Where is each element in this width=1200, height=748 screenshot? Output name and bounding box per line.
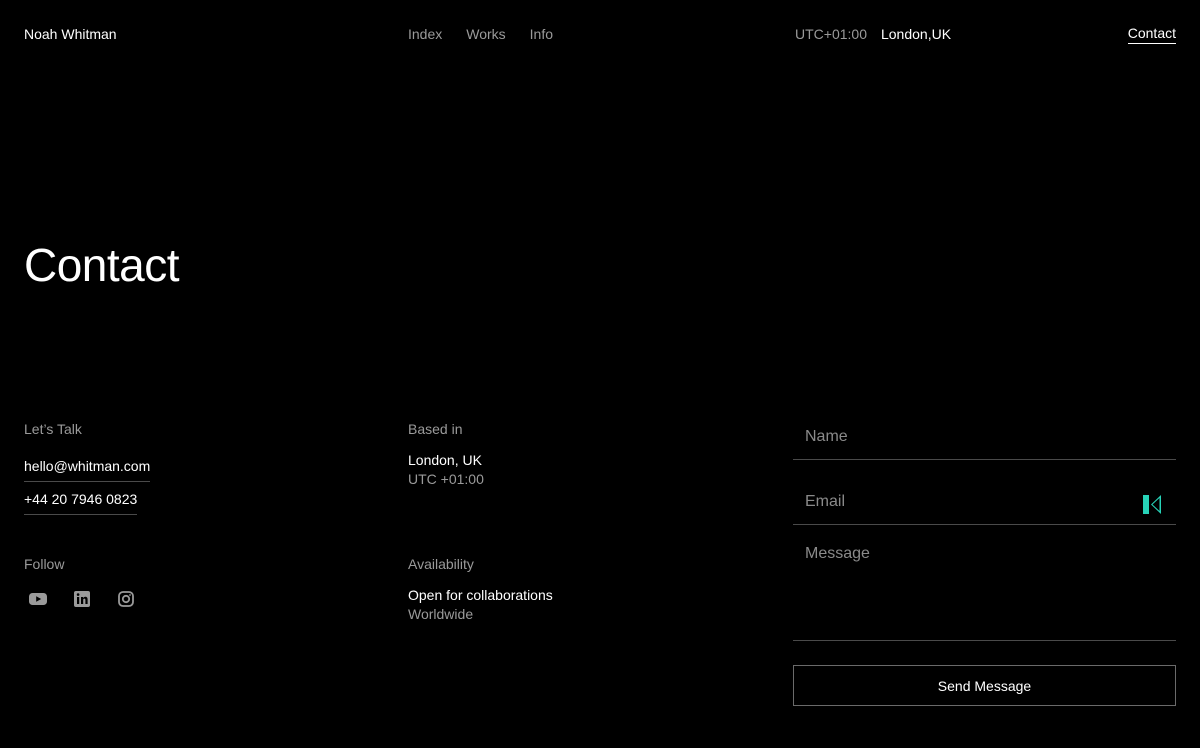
message-textarea[interactable] [793, 525, 1176, 640]
nav-index[interactable]: Index [408, 26, 442, 42]
send-message-button[interactable]: Send Message [793, 665, 1176, 706]
timezone-city: London,UK [880, 26, 952, 42]
email-link[interactable]: hello@whitman.com [24, 458, 151, 482]
youtube-icon[interactable] [28, 589, 48, 609]
message-field-wrapper [793, 525, 1176, 641]
timezone-offset: UTC+01:00 [795, 26, 867, 42]
timezone-display: UTC+01:00 London,UK [795, 26, 951, 42]
page-title: Contact [24, 239, 180, 291]
main-nav: Index Works Info [408, 26, 553, 42]
lets-talk-label: Let’s Talk [24, 421, 82, 437]
email-input[interactable] [793, 460, 1176, 525]
email-field-wrapper [793, 460, 1176, 525]
instagram-icon[interactable] [116, 589, 136, 609]
contact-page: Noah Whitman Index Works Info UTC+01:00 … [0, 0, 1200, 748]
name-field-wrapper [793, 412, 1176, 460]
nav-works[interactable]: Works [466, 26, 505, 42]
contact-form: Send Message [793, 412, 1176, 706]
based-in-utc: UTC +01:00 [408, 471, 484, 487]
nav-contact[interactable]: Contact [1127, 25, 1176, 44]
availability-label: Availability [408, 556, 474, 572]
autofill-extension-icon[interactable] [1142, 494, 1163, 515]
brand-name[interactable]: Noah Whitman [24, 26, 117, 42]
follow-label: Follow [24, 556, 65, 572]
based-in-label: Based in [408, 421, 463, 437]
availability-scope: Worldwide [408, 606, 474, 622]
linkedin-icon[interactable] [72, 589, 92, 609]
nav-info[interactable]: Info [530, 26, 553, 42]
social-links [28, 589, 136, 609]
name-input[interactable] [793, 412, 1176, 460]
availability-status: Open for collaborations [408, 587, 553, 603]
phone-link[interactable]: +44 20 7946 0823 [24, 491, 138, 515]
based-in-city: London, UK [408, 452, 482, 468]
